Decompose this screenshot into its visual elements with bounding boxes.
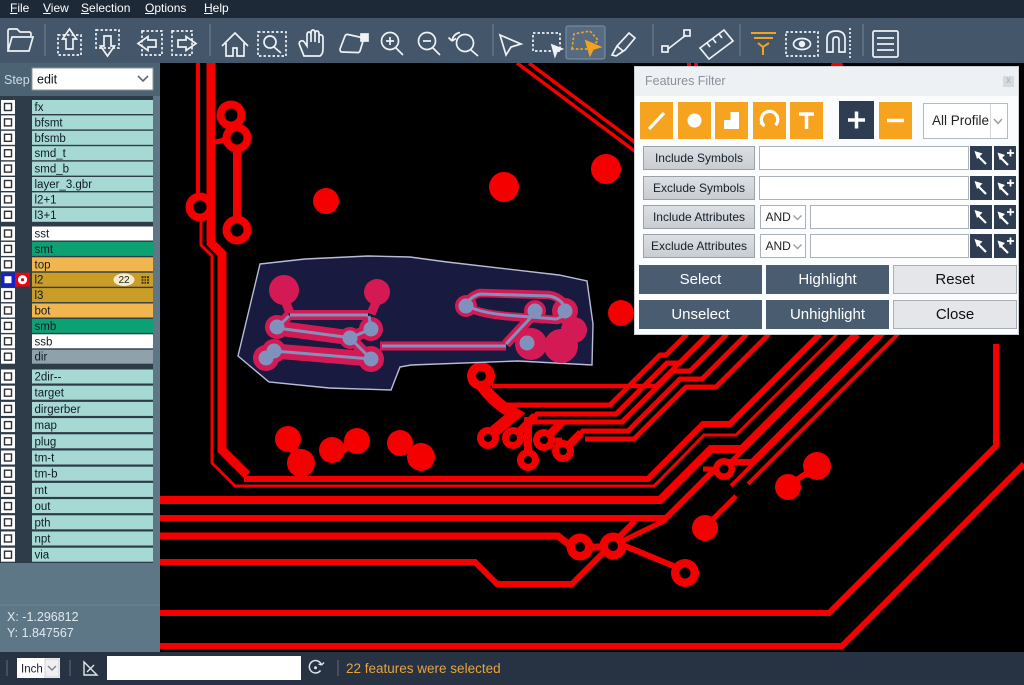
- svg-text:tm-b: tm-b: [35, 469, 58, 481]
- svg-text:target: target: [35, 388, 65, 400]
- svg-text:dir: dir: [35, 352, 48, 364]
- svg-text:Step: Step: [4, 73, 30, 87]
- svg-text:smb: smb: [35, 321, 57, 333]
- svg-text:smd_t: smd_t: [35, 148, 67, 160]
- svg-text:tm-t: tm-t: [35, 453, 56, 465]
- svg-text:dirgerber: dirgerber: [35, 404, 81, 416]
- svg-text:edit: edit: [37, 73, 58, 87]
- svg-text:l2+1: l2+1: [35, 194, 57, 206]
- svg-text:top: top: [35, 259, 51, 271]
- svg-text:bot: bot: [35, 306, 52, 318]
- svg-text:22 features were selected: 22 features were selected: [346, 661, 501, 676]
- svg-text:ssb: ssb: [35, 336, 53, 348]
- svg-text:Inch: Inch: [21, 664, 43, 676]
- svg-text:l2: l2: [35, 275, 44, 287]
- svg-text:layer_3.gbr: layer_3.gbr: [35, 179, 93, 191]
- svg-text:plug: plug: [35, 436, 57, 448]
- svg-text:2dir--: 2dir--: [35, 372, 62, 384]
- svg-text:map: map: [35, 420, 57, 432]
- svg-text:bfsmt: bfsmt: [35, 117, 64, 129]
- svg-text:Y: 1.847567: Y: 1.847567: [7, 626, 74, 640]
- svg-text:22: 22: [118, 275, 130, 286]
- svg-text:out: out: [35, 501, 52, 513]
- svg-text:l3: l3: [35, 290, 44, 302]
- svg-text:npt: npt: [35, 534, 52, 546]
- svg-text:bfsmb: bfsmb: [35, 133, 66, 145]
- svg-text:mt: mt: [35, 485, 49, 497]
- svg-text:l3+1: l3+1: [35, 210, 57, 222]
- svg-text:via: via: [35, 550, 50, 562]
- svg-text:pth: pth: [35, 517, 51, 529]
- svg-text:fx: fx: [35, 102, 44, 114]
- svg-text:sst: sst: [35, 229, 51, 241]
- svg-text:smd_b: smd_b: [35, 164, 70, 176]
- svg-text:X: -1.296812: X: -1.296812: [7, 610, 79, 624]
- svg-text:smt: smt: [35, 244, 54, 256]
